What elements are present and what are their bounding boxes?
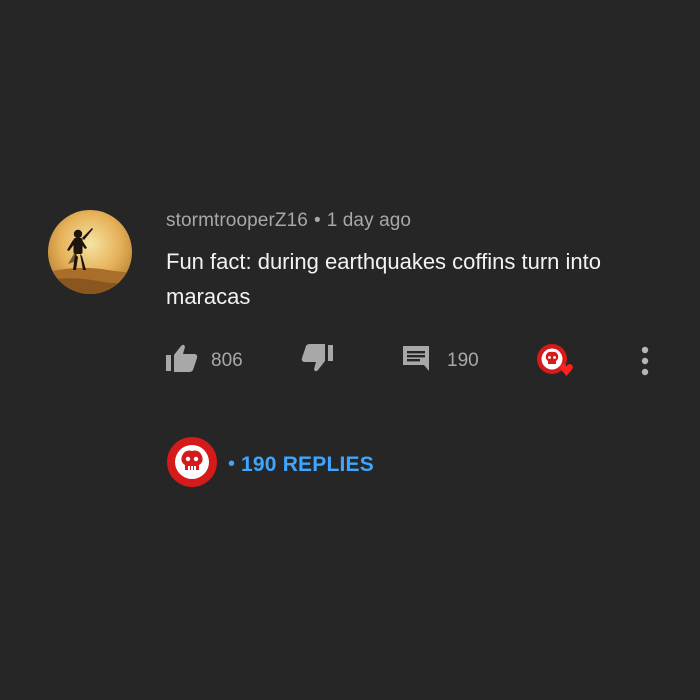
replies-separator: • <box>228 453 236 475</box>
creator-avatar-icon <box>166 436 218 493</box>
thumbs-up-icon <box>165 343 199 378</box>
more-vert-icon <box>638 346 652 383</box>
creator-heart-icon <box>536 342 580 387</box>
dislike-button[interactable] <box>300 343 334 378</box>
view-replies-link[interactable]: 190 REPLIES <box>241 453 374 477</box>
like-button[interactable]: 806 <box>165 343 243 378</box>
author-avatar[interactable] <box>48 210 132 294</box>
meta-separator: • <box>313 210 321 231</box>
comment-meta: stormtrooperZ16 • 1 day ago <box>166 210 411 232</box>
view-replies-row[interactable]: • 190 REPLIES <box>166 436 374 493</box>
avatar-image <box>48 210 132 294</box>
like-count: 806 <box>211 349 243 371</box>
reply-button[interactable]: 190 <box>401 343 479 378</box>
more-options-button[interactable] <box>638 346 652 383</box>
creator-heart-badge <box>536 342 580 387</box>
reply-count: 190 <box>447 349 479 371</box>
author-name[interactable]: stormtrooperZ16 <box>166 210 308 231</box>
comment-timestamp: 1 day ago <box>326 210 412 231</box>
comment-icon <box>401 343 431 378</box>
comment-thread: stormtrooperZ16 • 1 day ago Fun fact: duri… <box>0 0 700 700</box>
thumbs-down-icon <box>300 343 334 378</box>
comment-text: Fun fact: during earthquakes coffins tur… <box>166 249 601 309</box>
